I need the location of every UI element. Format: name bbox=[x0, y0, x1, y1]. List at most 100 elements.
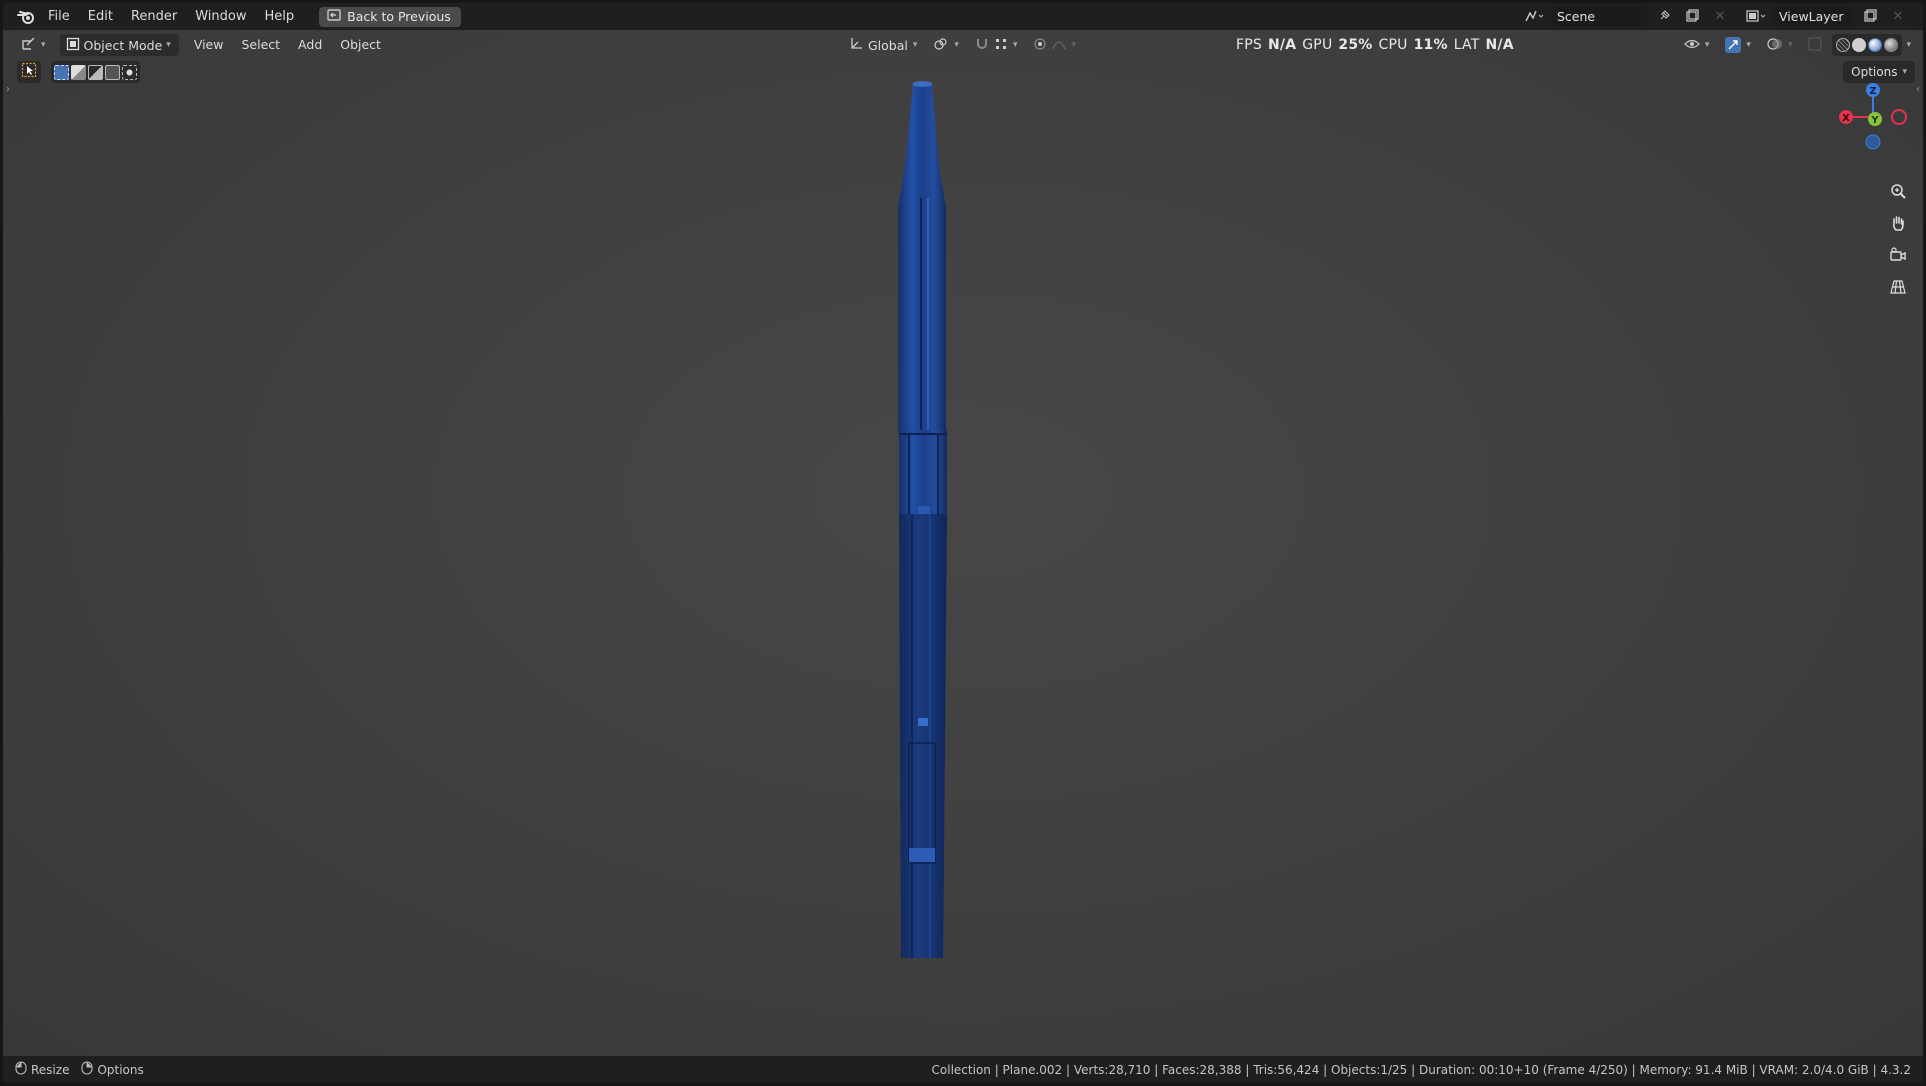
mode-select-dropdown[interactable]: Object Mode ▾ bbox=[59, 34, 179, 56]
new-scene-icon[interactable] bbox=[1681, 6, 1703, 26]
mouse-left-icon bbox=[15, 1061, 27, 1078]
pivot-icon bbox=[933, 37, 949, 54]
material-preview-icon[interactable] bbox=[1868, 38, 1883, 52]
chevron-down-icon[interactable]: ▾ bbox=[1906, 40, 1911, 50]
overlays-toggle[interactable]: ▾ bbox=[1761, 34, 1799, 56]
pin-icon[interactable] bbox=[1653, 6, 1675, 26]
proportional-editing-toggle[interactable]: ▾ bbox=[1027, 34, 1082, 56]
new-viewlayer-icon[interactable] bbox=[1859, 6, 1881, 26]
select-tool-button[interactable] bbox=[17, 61, 41, 83]
gizmo-toggle[interactable]: ▾ bbox=[1719, 34, 1757, 56]
menu-file[interactable]: File bbox=[39, 6, 79, 28]
gizmo-icon bbox=[1725, 37, 1742, 53]
camera-view-icon[interactable] bbox=[1885, 242, 1911, 268]
gizmo-x-positive bbox=[1891, 109, 1907, 125]
navigation-gizmo[interactable]: Z X Y bbox=[1831, 76, 1921, 166]
select-invert-icon[interactable] bbox=[105, 64, 120, 80]
gizmo-y-label: Y bbox=[1870, 115, 1879, 126]
gpu-value: 25% bbox=[1338, 37, 1373, 53]
lat-label: LAT bbox=[1453, 37, 1480, 53]
fps-label: FPS bbox=[1236, 37, 1262, 53]
viewport-navigation-buttons bbox=[1885, 178, 1911, 300]
eye-icon bbox=[1684, 37, 1700, 54]
mode-label: Object Mode bbox=[83, 37, 163, 53]
orientation-axes-icon bbox=[849, 37, 863, 54]
wireframe-shading-icon[interactable] bbox=[1836, 38, 1851, 52]
scene-type-icon[interactable] bbox=[1523, 6, 1545, 26]
menu-select[interactable]: Select bbox=[232, 34, 289, 56]
status-bar: Resize Options Collection | Plane.002 | … bbox=[3, 1056, 1923, 1083]
selection-mode-bar bbox=[17, 61, 140, 83]
close-scene-icon[interactable]: ✕ bbox=[1709, 6, 1731, 26]
menu-add[interactable]: Add bbox=[289, 34, 331, 56]
xray-toggle[interactable] bbox=[1802, 34, 1828, 56]
select-subtract-icon[interactable] bbox=[88, 64, 103, 80]
lat-value: N/A bbox=[1485, 37, 1514, 53]
selection-mode-group bbox=[51, 61, 140, 83]
pan-hand-icon[interactable] bbox=[1885, 210, 1911, 236]
select-extend-icon[interactable] bbox=[71, 64, 86, 80]
status-hint-resize: Resize bbox=[15, 1061, 69, 1078]
magnet-icon bbox=[975, 37, 989, 54]
chevron-down-icon: ▾ bbox=[1787, 40, 1793, 50]
viewlayer-name-field[interactable]: ViewLayer bbox=[1773, 6, 1853, 26]
menu-help[interactable]: Help bbox=[256, 6, 304, 28]
fps-value: N/A bbox=[1267, 37, 1297, 53]
shading-mode-group bbox=[1832, 34, 1903, 56]
status-hints: Resize Options bbox=[15, 1061, 144, 1078]
viewport-header: ▾ Object Mode ▾ View Select Add Object G… bbox=[3, 30, 1923, 60]
3d-mesh-object[interactable] bbox=[881, 78, 965, 974]
chevron-down-icon: ▾ bbox=[912, 40, 918, 50]
gizmo-z-label: Z bbox=[1869, 86, 1876, 97]
cpu-value: 11% bbox=[1413, 37, 1448, 53]
editor-type-button[interactable]: ▾ bbox=[15, 34, 52, 56]
chevron-down-icon: ▾ bbox=[41, 40, 46, 50]
menu-object[interactable]: Object bbox=[331, 34, 390, 56]
performance-overlay: FPS N/A GPU 25% CPU 11% LAT N/A bbox=[1236, 34, 1514, 56]
zoom-icon[interactable] bbox=[1885, 178, 1911, 204]
chevron-down-icon: ▾ bbox=[166, 40, 171, 50]
viewlayer-name: ViewLayer bbox=[1779, 8, 1844, 24]
back-to-previous-button[interactable]: Back to Previous bbox=[319, 6, 461, 27]
viewlayer-type-icon[interactable] bbox=[1745, 6, 1767, 26]
chevron-down-icon: ▾ bbox=[954, 40, 959, 50]
snap-grid-icon bbox=[994, 37, 1008, 54]
select-new-icon[interactable] bbox=[54, 64, 69, 80]
3d-viewport[interactable]: ▾ Object Mode ▾ View Select Add Object G… bbox=[3, 30, 1923, 1056]
select-intersect-icon[interactable] bbox=[122, 64, 137, 80]
xray-icon bbox=[1808, 36, 1823, 54]
menu-render[interactable]: Render bbox=[122, 6, 186, 28]
chevron-down-icon: ▾ bbox=[1012, 40, 1018, 50]
orientation-label: Global bbox=[868, 37, 908, 53]
transform-orientation-dropdown[interactable]: Global ▾ bbox=[843, 34, 923, 56]
scene-name: Scene bbox=[1557, 8, 1596, 24]
gpu-label: GPU bbox=[1302, 37, 1333, 53]
status-hint-label: Options bbox=[97, 1062, 144, 1077]
chevron-down-icon: ▾ bbox=[1704, 40, 1710, 50]
menu-edit[interactable]: Edit bbox=[79, 6, 122, 28]
viewport-display-tools: ▾ ▾ ▾ ▾ bbox=[1678, 34, 1911, 56]
editor-type-icon bbox=[21, 37, 37, 54]
back-icon bbox=[327, 9, 341, 24]
overlays-icon bbox=[1767, 37, 1783, 54]
proportional-editing-icon bbox=[1033, 37, 1047, 54]
chevron-down-icon: ▾ bbox=[1071, 40, 1076, 50]
cpu-label: CPU bbox=[1378, 37, 1408, 53]
scene-name-field[interactable]: Scene bbox=[1551, 6, 1647, 26]
snap-toggle[interactable]: ▾ bbox=[969, 34, 1024, 56]
visibility-dropdown[interactable]: ▾ bbox=[1678, 34, 1716, 56]
pivot-point-dropdown[interactable]: ▾ bbox=[927, 34, 965, 56]
gizmo-z-negative bbox=[1865, 134, 1881, 150]
menu-view[interactable]: View bbox=[185, 34, 233, 56]
transform-tools: Global ▾ ▾ ▾ ▾ bbox=[843, 34, 1082, 56]
scene-statistics: Collection | Plane.002 | Verts:28,710 | … bbox=[931, 1062, 1911, 1077]
solid-shading-icon[interactable] bbox=[1852, 38, 1867, 52]
blender-logo-icon[interactable] bbox=[13, 7, 39, 27]
status-hint-options: Options bbox=[81, 1061, 144, 1078]
close-viewlayer-icon[interactable]: ✕ bbox=[1887, 6, 1909, 26]
top-menu-bar: File Edit Render Window Help Back to Pre… bbox=[3, 3, 1923, 30]
menu-window[interactable]: Window bbox=[186, 6, 255, 28]
rendered-shading-icon[interactable] bbox=[1884, 38, 1899, 52]
toolbar-expand-arrow-icon[interactable]: › bbox=[6, 84, 10, 95]
perspective-toggle-icon[interactable] bbox=[1885, 274, 1911, 300]
